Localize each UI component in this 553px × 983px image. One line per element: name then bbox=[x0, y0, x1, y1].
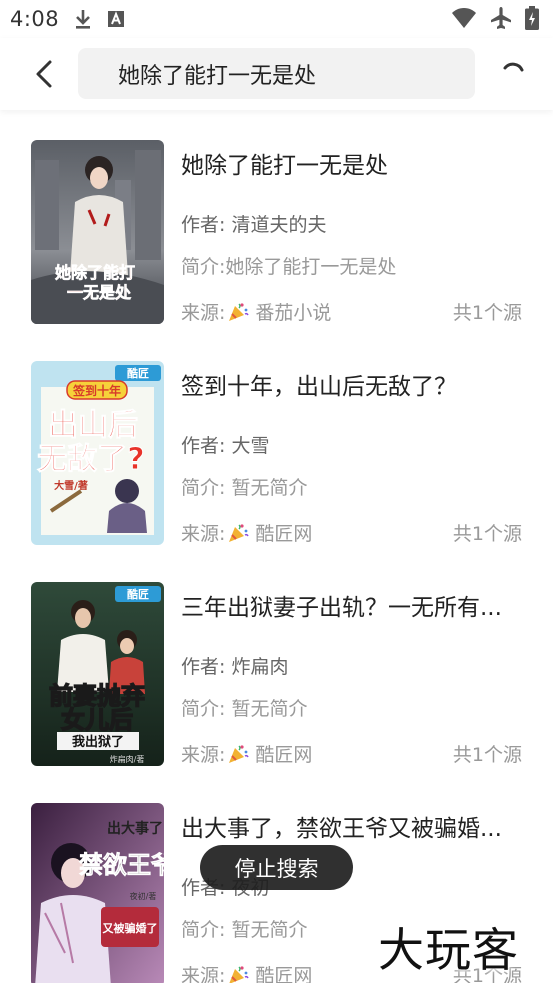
book-source: 来源: 番茄小说 bbox=[181, 298, 331, 325]
download-icon bbox=[73, 8, 93, 30]
search-query-text: 她除了能打一无是处 bbox=[118, 63, 317, 89]
source-label: 来源: bbox=[181, 523, 226, 545]
wifi-icon bbox=[451, 7, 477, 29]
source-name: 酷匠网 bbox=[255, 523, 313, 545]
book-source: 来源: 酷匠网 bbox=[181, 519, 312, 546]
cover-publisher: 酷匠 bbox=[127, 366, 149, 380]
back-button[interactable] bbox=[26, 56, 62, 92]
stop-search-button[interactable]: 停止搜索 bbox=[200, 845, 353, 890]
status-time: 4:08 bbox=[10, 7, 60, 31]
book-cover: 她除了能打 一无是处 bbox=[31, 140, 164, 324]
search-input[interactable]: 她除了能打一无是处 bbox=[78, 48, 475, 99]
cover-title-line2: 禁欲王爷 bbox=[79, 851, 164, 879]
book-author: 作者: 炸扁肉 bbox=[181, 656, 289, 678]
party-popper-icon bbox=[229, 302, 250, 321]
book-cover: 酷匠 签到十年 出山后 无敌了? 大雪/著 bbox=[31, 361, 164, 545]
source-label: 来源: bbox=[181, 744, 226, 766]
book-title: 三年出狱妻子出轨？一无所有... bbox=[181, 595, 502, 621]
book-title: 出大事了，禁欲王爷又被骗婚... bbox=[181, 816, 502, 842]
source-label: 来源: bbox=[181, 965, 226, 983]
source-name: 番茄小说 bbox=[255, 302, 332, 324]
back-arrow-icon bbox=[36, 60, 52, 88]
loading-spinner-icon bbox=[503, 62, 524, 72]
party-popper-icon bbox=[229, 523, 250, 542]
cover-title-line2: 出山后 bbox=[48, 408, 138, 443]
cover-title-line3: 我出狱了 bbox=[72, 734, 124, 750]
source-name: 酷匠网 bbox=[255, 744, 313, 766]
search-header: 她除了能打一无是处 bbox=[0, 38, 553, 110]
party-popper-icon bbox=[229, 744, 250, 763]
book-title: 她除了能打一无是处 bbox=[181, 153, 388, 179]
source-count: 共1个源 bbox=[452, 523, 522, 545]
book-cover: 出大事了 禁欲王爷 又被骗婚了 夜初/著 bbox=[31, 803, 164, 983]
cover-title-line1: 出大事了 bbox=[107, 820, 163, 837]
book-intro: 简介: 暂无简介 bbox=[181, 477, 308, 499]
source-count: 共1个源 bbox=[452, 302, 522, 324]
list-item[interactable]: 酷匠 前妻抛弃 女儿后 我出狱了 炸扁肉/著 三年出狱妻子出轨？一无所有... … bbox=[0, 552, 553, 766]
loading-button[interactable] bbox=[495, 56, 531, 92]
source-name: 酷匠网 bbox=[255, 965, 313, 983]
party-popper-icon bbox=[229, 965, 250, 983]
cover-author: 炸扁肉/著 bbox=[110, 754, 145, 764]
cover-publisher: 酷匠 bbox=[127, 587, 149, 601]
list-item[interactable]: 她除了能打 一无是处 她除了能打一无是处 作者: 清道夫的夫 简介:她除了能打一… bbox=[0, 110, 553, 324]
battery-charging-icon bbox=[525, 6, 539, 30]
cover-author: 夜初/著 bbox=[130, 891, 157, 901]
cover-title-line3: 又被骗婚了 bbox=[102, 921, 158, 935]
source-label: 来源: bbox=[181, 302, 226, 324]
book-author: 作者: 清道夫的夫 bbox=[181, 214, 327, 236]
book-source: 来源: 酷匠网 bbox=[181, 740, 312, 767]
cover-author: 大雪/著 bbox=[54, 479, 88, 492]
cover-title-line1: 签到十年 bbox=[72, 383, 121, 398]
book-author: 作者: 大雪 bbox=[181, 435, 270, 457]
cover-title-line1: 她除了能打 bbox=[55, 263, 135, 282]
screen: 4:08 她除了能打一无是处 她除了能打 一无是处 她除了能打一无是处 作者: … bbox=[0, 0, 553, 983]
watermark-logo: 大玩客 bbox=[378, 923, 519, 977]
a-box-icon bbox=[107, 10, 125, 28]
airplane-mode-icon bbox=[489, 6, 513, 30]
cover-title-line3: 无敌了? bbox=[37, 442, 144, 477]
book-intro: 简介:她除了能打一无是处 bbox=[181, 256, 397, 278]
cover-title-line2: 一无是处 bbox=[67, 283, 132, 302]
source-count: 共1个源 bbox=[452, 744, 522, 766]
book-title: 签到十年，出山后无敌了？ bbox=[181, 374, 457, 400]
book-source: 来源: 酷匠网 bbox=[181, 961, 312, 983]
book-intro: 简介: 暂无简介 bbox=[181, 698, 308, 720]
cover-title-line2: 女儿后 bbox=[61, 706, 133, 734]
status-bar: 4:08 bbox=[0, 0, 553, 38]
list-item[interactable]: 酷匠 签到十年 出山后 无敌了? 大雪/著 签到十年，出山后无敌了？ 作者: 大… bbox=[0, 331, 553, 545]
book-cover: 酷匠 前妻抛弃 女儿后 我出狱了 炸扁肉/著 bbox=[31, 582, 164, 766]
